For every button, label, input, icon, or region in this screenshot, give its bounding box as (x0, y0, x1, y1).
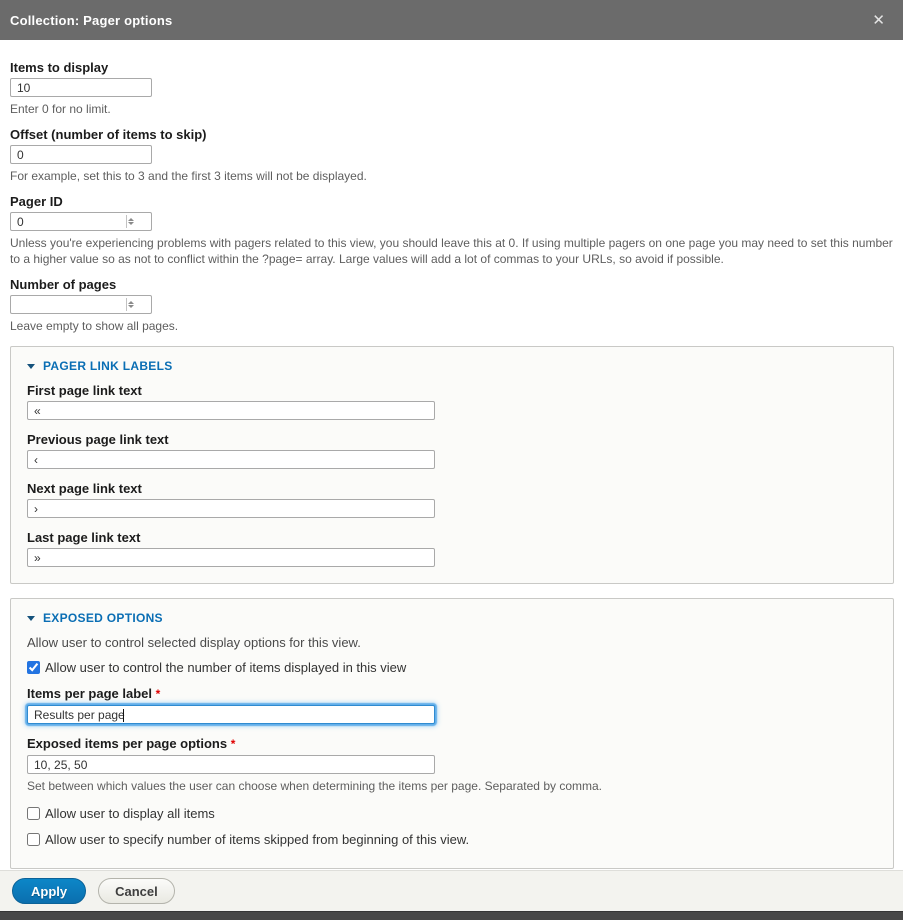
exposed-options-toggle[interactable]: EXPOSED OPTIONS (27, 611, 163, 625)
last-page-link-label: Last page link text (27, 530, 877, 545)
modal-header: Collection: Pager options ✕ (0, 0, 903, 40)
display-all-checkbox[interactable] (27, 807, 40, 820)
first-page-link-label: First page link text (27, 383, 877, 398)
form-item-offset: Offset (number of items to skip) For exa… (10, 127, 894, 184)
page-background-strip (0, 911, 903, 920)
previous-page-link-label: Previous page link text (27, 432, 877, 447)
previous-page-link-input[interactable] (27, 450, 435, 469)
form-item-previous-page-link: Previous page link text (27, 432, 877, 469)
text-cursor (123, 709, 124, 722)
form-item-items-to-display: Items to display Enter 0 for no limit. (10, 60, 894, 117)
offset-description: For example, set this to 3 and the first… (10, 168, 894, 184)
modal-body: Items to display Enter 0 for no limit. O… (0, 40, 903, 920)
specify-skip-checkbox[interactable] (27, 833, 40, 846)
apply-button[interactable]: Apply (12, 878, 86, 904)
number-of-pages-input-wrap (10, 295, 152, 314)
control-items-checkbox[interactable] (27, 661, 40, 674)
modal-footer: Apply Cancel (0, 870, 903, 911)
pager-id-description: Unless you're experiencing problems with… (10, 235, 894, 267)
items-per-page-label-text: Items per page label (27, 686, 152, 701)
items-per-page-input-wrap (27, 705, 435, 724)
control-items-checkbox-label[interactable]: Allow user to control the number of item… (45, 660, 406, 675)
pager-options-modal: Collection: Pager options ✕ Items to dis… (0, 0, 903, 920)
checkbox-row-control-items: Allow user to control the number of item… (27, 660, 877, 675)
modal-title: Collection: Pager options (10, 13, 172, 28)
exposed-items-options-label: Exposed items per page options * (27, 736, 877, 752)
last-page-link-input[interactable] (27, 548, 435, 567)
next-page-link-label: Next page link text (27, 481, 877, 496)
offset-label: Offset (number of items to skip) (10, 127, 894, 142)
items-per-page-label-input[interactable] (27, 705, 435, 724)
pager-id-label: Pager ID (10, 194, 894, 209)
pager-link-labels-section: PAGER LINK LABELS First page link text P… (10, 346, 894, 584)
items-to-display-input[interactable] (10, 78, 152, 97)
form-item-last-page-link: Last page link text (27, 530, 877, 567)
form-item-exposed-items-options: Exposed items per page options * Set bet… (27, 736, 877, 794)
collapse-arrow-icon (27, 616, 35, 621)
form-item-number-of-pages: Number of pages Leave empty to show all … (10, 277, 894, 334)
form-item-first-page-link: First page link text (27, 383, 877, 420)
items-per-page-label-label: Items per page label * (27, 686, 877, 702)
number-spinner-icon[interactable] (126, 298, 135, 311)
exposed-options-section: EXPOSED OPTIONS Allow user to control se… (10, 598, 894, 869)
items-to-display-label: Items to display (10, 60, 894, 75)
number-of-pages-description: Leave empty to show all pages. (10, 318, 894, 334)
exposed-items-options-description: Set between which values the user can ch… (27, 778, 877, 794)
first-page-link-input[interactable] (27, 401, 435, 420)
required-asterisk: * (231, 737, 236, 751)
number-of-pages-label: Number of pages (10, 277, 894, 292)
form-item-pager-id: Pager ID Unless you're experiencing prob… (10, 194, 894, 267)
exposed-items-options-input[interactable] (27, 755, 435, 774)
form-item-next-page-link: Next page link text (27, 481, 877, 518)
pager-link-labels-toggle[interactable]: PAGER LINK LABELS (27, 359, 173, 373)
specify-skip-checkbox-label[interactable]: Allow user to specify number of items sk… (45, 832, 469, 847)
required-asterisk: * (156, 687, 161, 701)
exposed-options-legend: EXPOSED OPTIONS (43, 611, 163, 625)
collapse-arrow-icon (27, 364, 35, 369)
offset-input[interactable] (10, 145, 152, 164)
number-spinner-icon[interactable] (126, 215, 135, 228)
cancel-button[interactable]: Cancel (98, 878, 175, 904)
pager-id-input-wrap (10, 212, 152, 231)
pager-link-labels-legend: PAGER LINK LABELS (43, 359, 173, 373)
exposed-items-options-label-text: Exposed items per page options (27, 736, 227, 751)
checkbox-row-display-all: Allow user to display all items (27, 806, 877, 821)
checkbox-row-specify-skip: Allow user to specify number of items sk… (27, 832, 877, 847)
form-item-items-per-page-label: Items per page label * (27, 686, 877, 724)
exposed-options-description: Allow user to control selected display o… (27, 635, 877, 650)
close-icon[interactable]: ✕ (868, 11, 889, 30)
display-all-checkbox-label[interactable]: Allow user to display all items (45, 806, 215, 821)
items-to-display-description: Enter 0 for no limit. (10, 101, 894, 117)
next-page-link-input[interactable] (27, 499, 435, 518)
